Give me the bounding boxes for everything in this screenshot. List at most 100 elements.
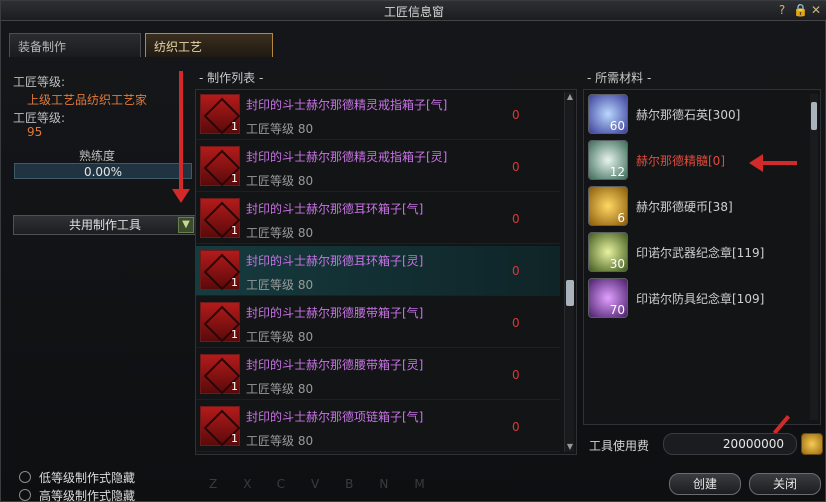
tab-equipment-craft[interactable]: 装备制作 <box>9 33 141 57</box>
box-icon: 1 <box>200 94 240 134</box>
scroll-up-icon[interactable]: ▲ <box>565 92 575 102</box>
crafter-level-title: 上级工艺品纺织工艺家 <box>27 93 148 107</box>
proficiency-value: 0.00% <box>83 165 123 179</box>
box-icon: 1 <box>200 146 240 186</box>
close-button[interactable]: 关闭 <box>749 473 821 495</box>
item-level: 工匠等级 80 <box>246 434 314 448</box>
coin-icon[interactable] <box>801 433 823 455</box>
box-icon: 1 <box>200 354 240 394</box>
tool-fee-label: 工具使用费 <box>589 439 650 453</box>
radio-button[interactable] <box>19 489 31 501</box>
craft-list: 1 封印的斗士赫尔那德精灵戒指箱子[气] 工匠等级 80 0 1 封印的斗士赫尔… <box>195 89 577 455</box>
title-bar[interactable]: 工匠信息窗 ? 🔒 ✕ <box>1 1 826 21</box>
item-count: 0 <box>512 160 520 174</box>
material-qty: 70 <box>609 303 625 317</box>
proficiency-bar: 0.00% <box>14 163 192 179</box>
item-name: 封印的斗士赫尔那德项链箱子[气] <box>246 410 424 424</box>
material-item[interactable]: 6 赫尔那德硬币[38] <box>584 184 808 230</box>
item-qty: 1 <box>231 276 238 289</box>
craft-list-item[interactable]: 1 封印的斗士赫尔那德项链箱子[气] 工匠等级 80 0 <box>196 402 560 452</box>
craft-list-item[interactable]: 1 封印的斗士赫尔那德精灵戒指箱子[灵] 工匠等级 80 0 <box>196 142 560 192</box>
item-level: 工匠等级 80 <box>246 382 314 396</box>
proficiency-label: 熟练度 <box>79 149 116 163</box>
craft-list-item[interactable]: 1 封印的斗士赫尔那德耳环箱子[气] 工匠等级 80 0 <box>196 194 560 244</box>
option-label: 高等级制作式隐藏 <box>39 489 136 502</box>
item-qty: 1 <box>231 380 238 393</box>
craft-list-item[interactable]: 1 封印的斗士赫尔那德腰带箱子[灵] 工匠等级 80 0 <box>196 350 560 400</box>
item-name: 封印的斗士赫尔那德精灵戒指箱子[灵] <box>246 150 448 164</box>
tab-textile-craft[interactable]: 纺织工艺 <box>145 33 273 57</box>
material-item[interactable]: 30 印诺尔武器纪念章[119] <box>584 230 808 276</box>
close-icon[interactable]: ✕ <box>809 3 823 17</box>
material-qty: 30 <box>609 257 625 271</box>
crafter-level-num: 95 <box>27 125 43 139</box>
crafter-level-label: 工匠等级: <box>13 75 66 89</box>
annotation-arrow-left <box>749 154 797 172</box>
medal-icon: 30 <box>588 232 628 272</box>
window-title: 工匠信息窗 <box>383 5 444 19</box>
item-count: 0 <box>512 108 520 122</box>
material-qty: 12 <box>609 165 625 179</box>
item-level: 工匠等级 80 <box>246 330 314 344</box>
item-qty: 1 <box>231 120 238 133</box>
material-name: 赫尔那德精髓[0] <box>636 154 725 168</box>
orb-icon: 12 <box>588 140 628 180</box>
material-name: 赫尔那德硬币[38] <box>636 200 733 214</box>
craft-list-item-selected[interactable]: 1 封印的斗士赫尔那德耳环箱子[灵] 工匠等级 80 0 <box>196 246 560 296</box>
material-name: 印诺尔武器纪念章[119] <box>636 246 765 260</box>
item-level: 工匠等级 80 <box>246 278 314 292</box>
medal-icon: 70 <box>588 278 628 318</box>
item-qty: 1 <box>231 328 238 341</box>
box-icon: 1 <box>200 406 240 446</box>
item-qty: 1 <box>231 432 238 445</box>
tool-dropdown-label: 共用制作工具 <box>68 218 141 232</box>
box-icon: 1 <box>200 198 240 238</box>
lock-icon[interactable]: 🔒 <box>793 3 808 17</box>
crystal-icon: 60 <box>588 94 628 134</box>
scroll-thumb[interactable] <box>566 280 574 306</box>
material-name: 赫尔那德石英[300] <box>636 108 741 122</box>
tool-fee-value: 20000000 <box>663 433 797 455</box>
background-hotkeys: ZXCVBNM <box>209 477 451 491</box>
craft-list-item[interactable]: 1 封印的斗士赫尔那德腰带箱子[气] 工匠等级 80 0 <box>196 298 560 348</box>
item-count: 0 <box>512 368 520 382</box>
item-count: 0 <box>512 420 520 434</box>
radio-button[interactable] <box>19 471 31 483</box>
craft-list-item[interactable]: 1 封印的斗士赫尔那德精灵戒指箱子[气] 工匠等级 80 0 <box>196 90 560 140</box>
crafting-window: 工匠信息窗 ? 🔒 ✕ 装备制作 纺织工艺 工匠等级: 上级工艺品纺织工艺家 工… <box>0 0 826 502</box>
item-count: 0 <box>512 264 520 278</box>
material-item[interactable]: 60 赫尔那德石英[300] <box>584 92 808 138</box>
tab-label: 装备制作 <box>18 40 67 54</box>
tool-dropdown[interactable]: 共用制作工具 ▼ <box>13 215 197 235</box>
chevron-down-icon[interactable]: ▼ <box>178 217 194 233</box>
materials-list: 60 赫尔那德石英[300] 12 赫尔那德精髓[0] 6 赫尔那德硬币[38]… <box>583 89 821 425</box>
material-qty: 6 <box>617 211 625 225</box>
item-level: 工匠等级 80 <box>246 122 314 136</box>
materials-scrollbar[interactable] <box>810 94 818 420</box>
tab-label: 纺织工艺 <box>154 40 203 54</box>
crafter-level-num-label: 工匠等级: <box>13 111 66 125</box>
item-level: 工匠等级 80 <box>246 174 314 188</box>
item-level: 工匠等级 80 <box>246 226 314 240</box>
question-icon[interactable]: ? <box>775 3 789 17</box>
item-name: 封印的斗士赫尔那德耳环箱子[气] <box>246 202 424 216</box>
item-name: 封印的斗士赫尔那德耳环箱子[灵] <box>246 254 424 268</box>
item-qty: 1 <box>231 224 238 237</box>
material-name: 印诺尔防具纪念章[109] <box>636 292 765 306</box>
create-button[interactable]: 创建 <box>669 473 741 495</box>
scroll-thumb[interactable] <box>811 102 817 130</box>
scroll-down-icon[interactable]: ▼ <box>565 442 575 452</box>
box-icon: 1 <box>200 302 240 342</box>
material-item[interactable]: 70 印诺尔防具纪念章[109] <box>584 276 808 322</box>
item-qty: 1 <box>231 172 238 185</box>
item-count: 0 <box>512 212 520 226</box>
materials-header: - 所需材料 - <box>587 71 652 85</box>
item-name: 封印的斗士赫尔那德精灵戒指箱子[气] <box>246 98 448 112</box>
craft-list-scrollbar[interactable]: ▲ ▼ <box>564 92 574 452</box>
item-name: 封印的斗士赫尔那德腰带箱子[灵] <box>246 358 424 372</box>
item-count: 0 <box>512 316 520 330</box>
annotation-arrow-down <box>172 71 190 203</box>
material-qty: 60 <box>609 119 625 133</box>
box-icon: 1 <box>200 250 240 290</box>
craft-list-header: - 制作列表 - <box>199 71 264 85</box>
